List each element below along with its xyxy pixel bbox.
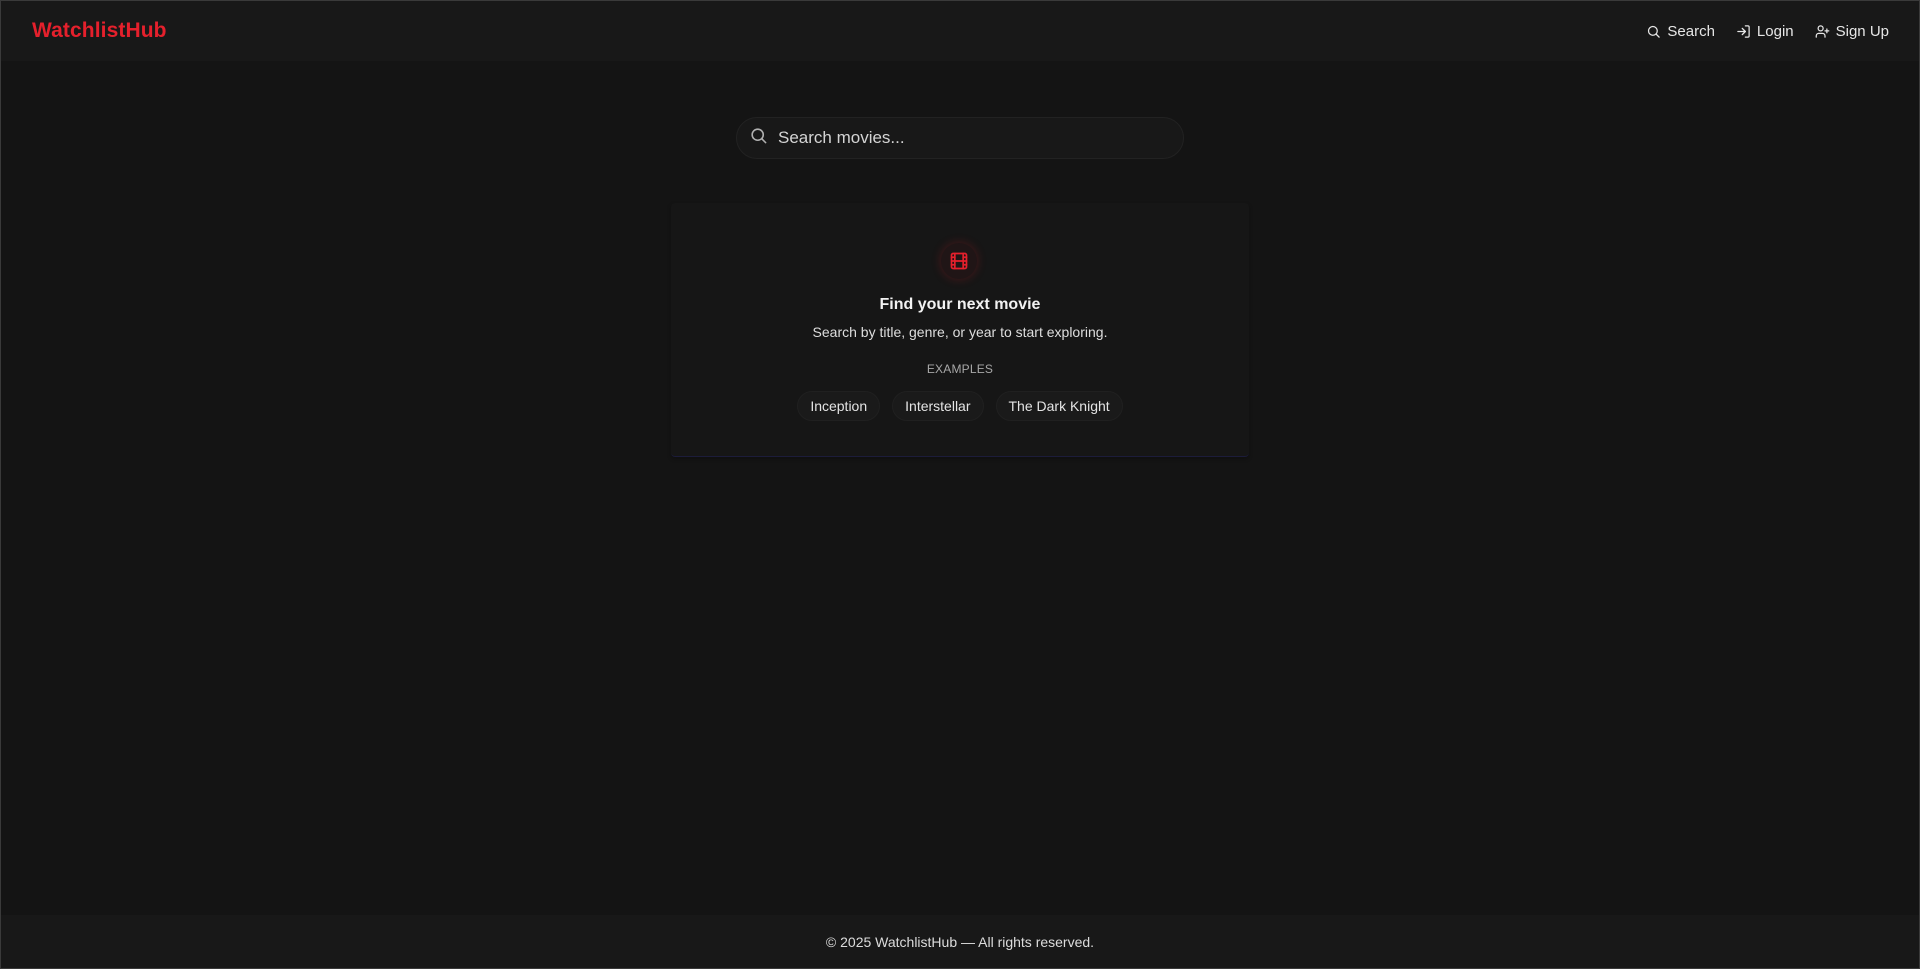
search-icon bbox=[1646, 24, 1661, 39]
example-chip-the-dark-knight[interactable]: The Dark Knight bbox=[995, 391, 1123, 421]
user-plus-icon bbox=[1815, 24, 1830, 39]
footer: © 2025 WatchlistHub — All rights reserve… bbox=[1, 915, 1919, 968]
search-bar[interactable] bbox=[736, 117, 1184, 159]
empty-state-subtitle: Search by title, genre, or year to start… bbox=[812, 324, 1108, 340]
nav-login-label: Login bbox=[1756, 22, 1794, 40]
login-icon bbox=[1736, 24, 1751, 39]
footer-copyright: © 2025 WatchlistHub — All rights reserve… bbox=[825, 933, 1095, 950]
main-nav: Search Login Sign Up bbox=[1646, 23, 1889, 40]
empty-state-card: Find your next movie Search by title, ge… bbox=[671, 203, 1249, 457]
search-icon bbox=[749, 126, 768, 150]
nav-search-link[interactable]: Search bbox=[1646, 23, 1715, 40]
empty-state-title: Find your next movie bbox=[879, 296, 1041, 313]
nav-login-link[interactable]: Login bbox=[1736, 23, 1794, 40]
nav-search-label: Search bbox=[1667, 22, 1715, 40]
examples-label: EXAMPLES bbox=[926, 362, 994, 376]
nav-signup-link[interactable]: Sign Up bbox=[1815, 23, 1889, 40]
nav-signup-label: Sign Up bbox=[1835, 22, 1889, 40]
example-chips: Inception Interstellar The Dark Knight bbox=[671, 391, 1249, 421]
film-icon bbox=[941, 243, 977, 279]
brand-logo[interactable]: WatchlistHub bbox=[32, 19, 167, 43]
search-input[interactable] bbox=[778, 128, 1158, 148]
top-navbar: WatchlistHub Search Login Sign Up bbox=[1, 1, 1919, 61]
example-chip-inception[interactable]: Inception bbox=[797, 391, 881, 421]
example-chip-interstellar[interactable]: Interstellar bbox=[892, 391, 984, 421]
